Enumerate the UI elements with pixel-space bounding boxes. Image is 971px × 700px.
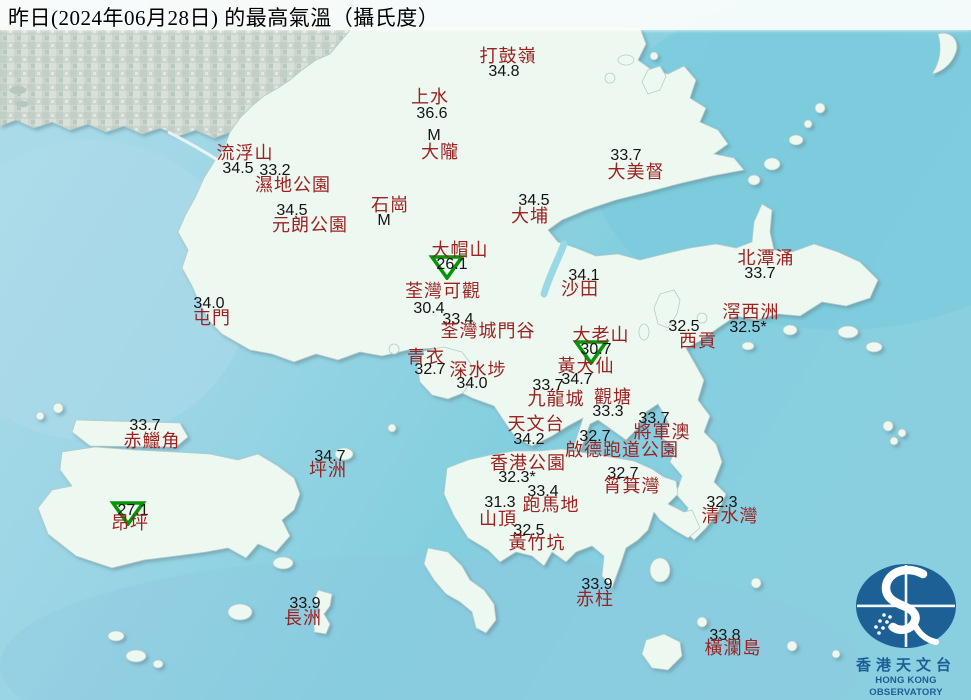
logo-english: HONG KONG OBSERVATORY <box>845 675 967 698</box>
weather-map: 昨日(2024年06月28日) 的最高氣溫（攝氏度） 34.8打鼓嶺36.6上水… <box>0 0 971 700</box>
logo-chinese: 香港天文台 <box>845 658 967 675</box>
title-bar: 昨日(2024年06月28日) 的最高氣溫（攝氏度） <box>0 0 971 30</box>
hko-logo-icon <box>854 563 958 651</box>
hko-logo: 香港天文台 HONG KONG OBSERVATORY <box>845 563 967 698</box>
hong-kong-map <box>0 0 971 700</box>
map-title: 昨日(2024年06月28日) 的最高氣溫（攝氏度） <box>8 2 439 32</box>
airport-island <box>72 420 188 447</box>
